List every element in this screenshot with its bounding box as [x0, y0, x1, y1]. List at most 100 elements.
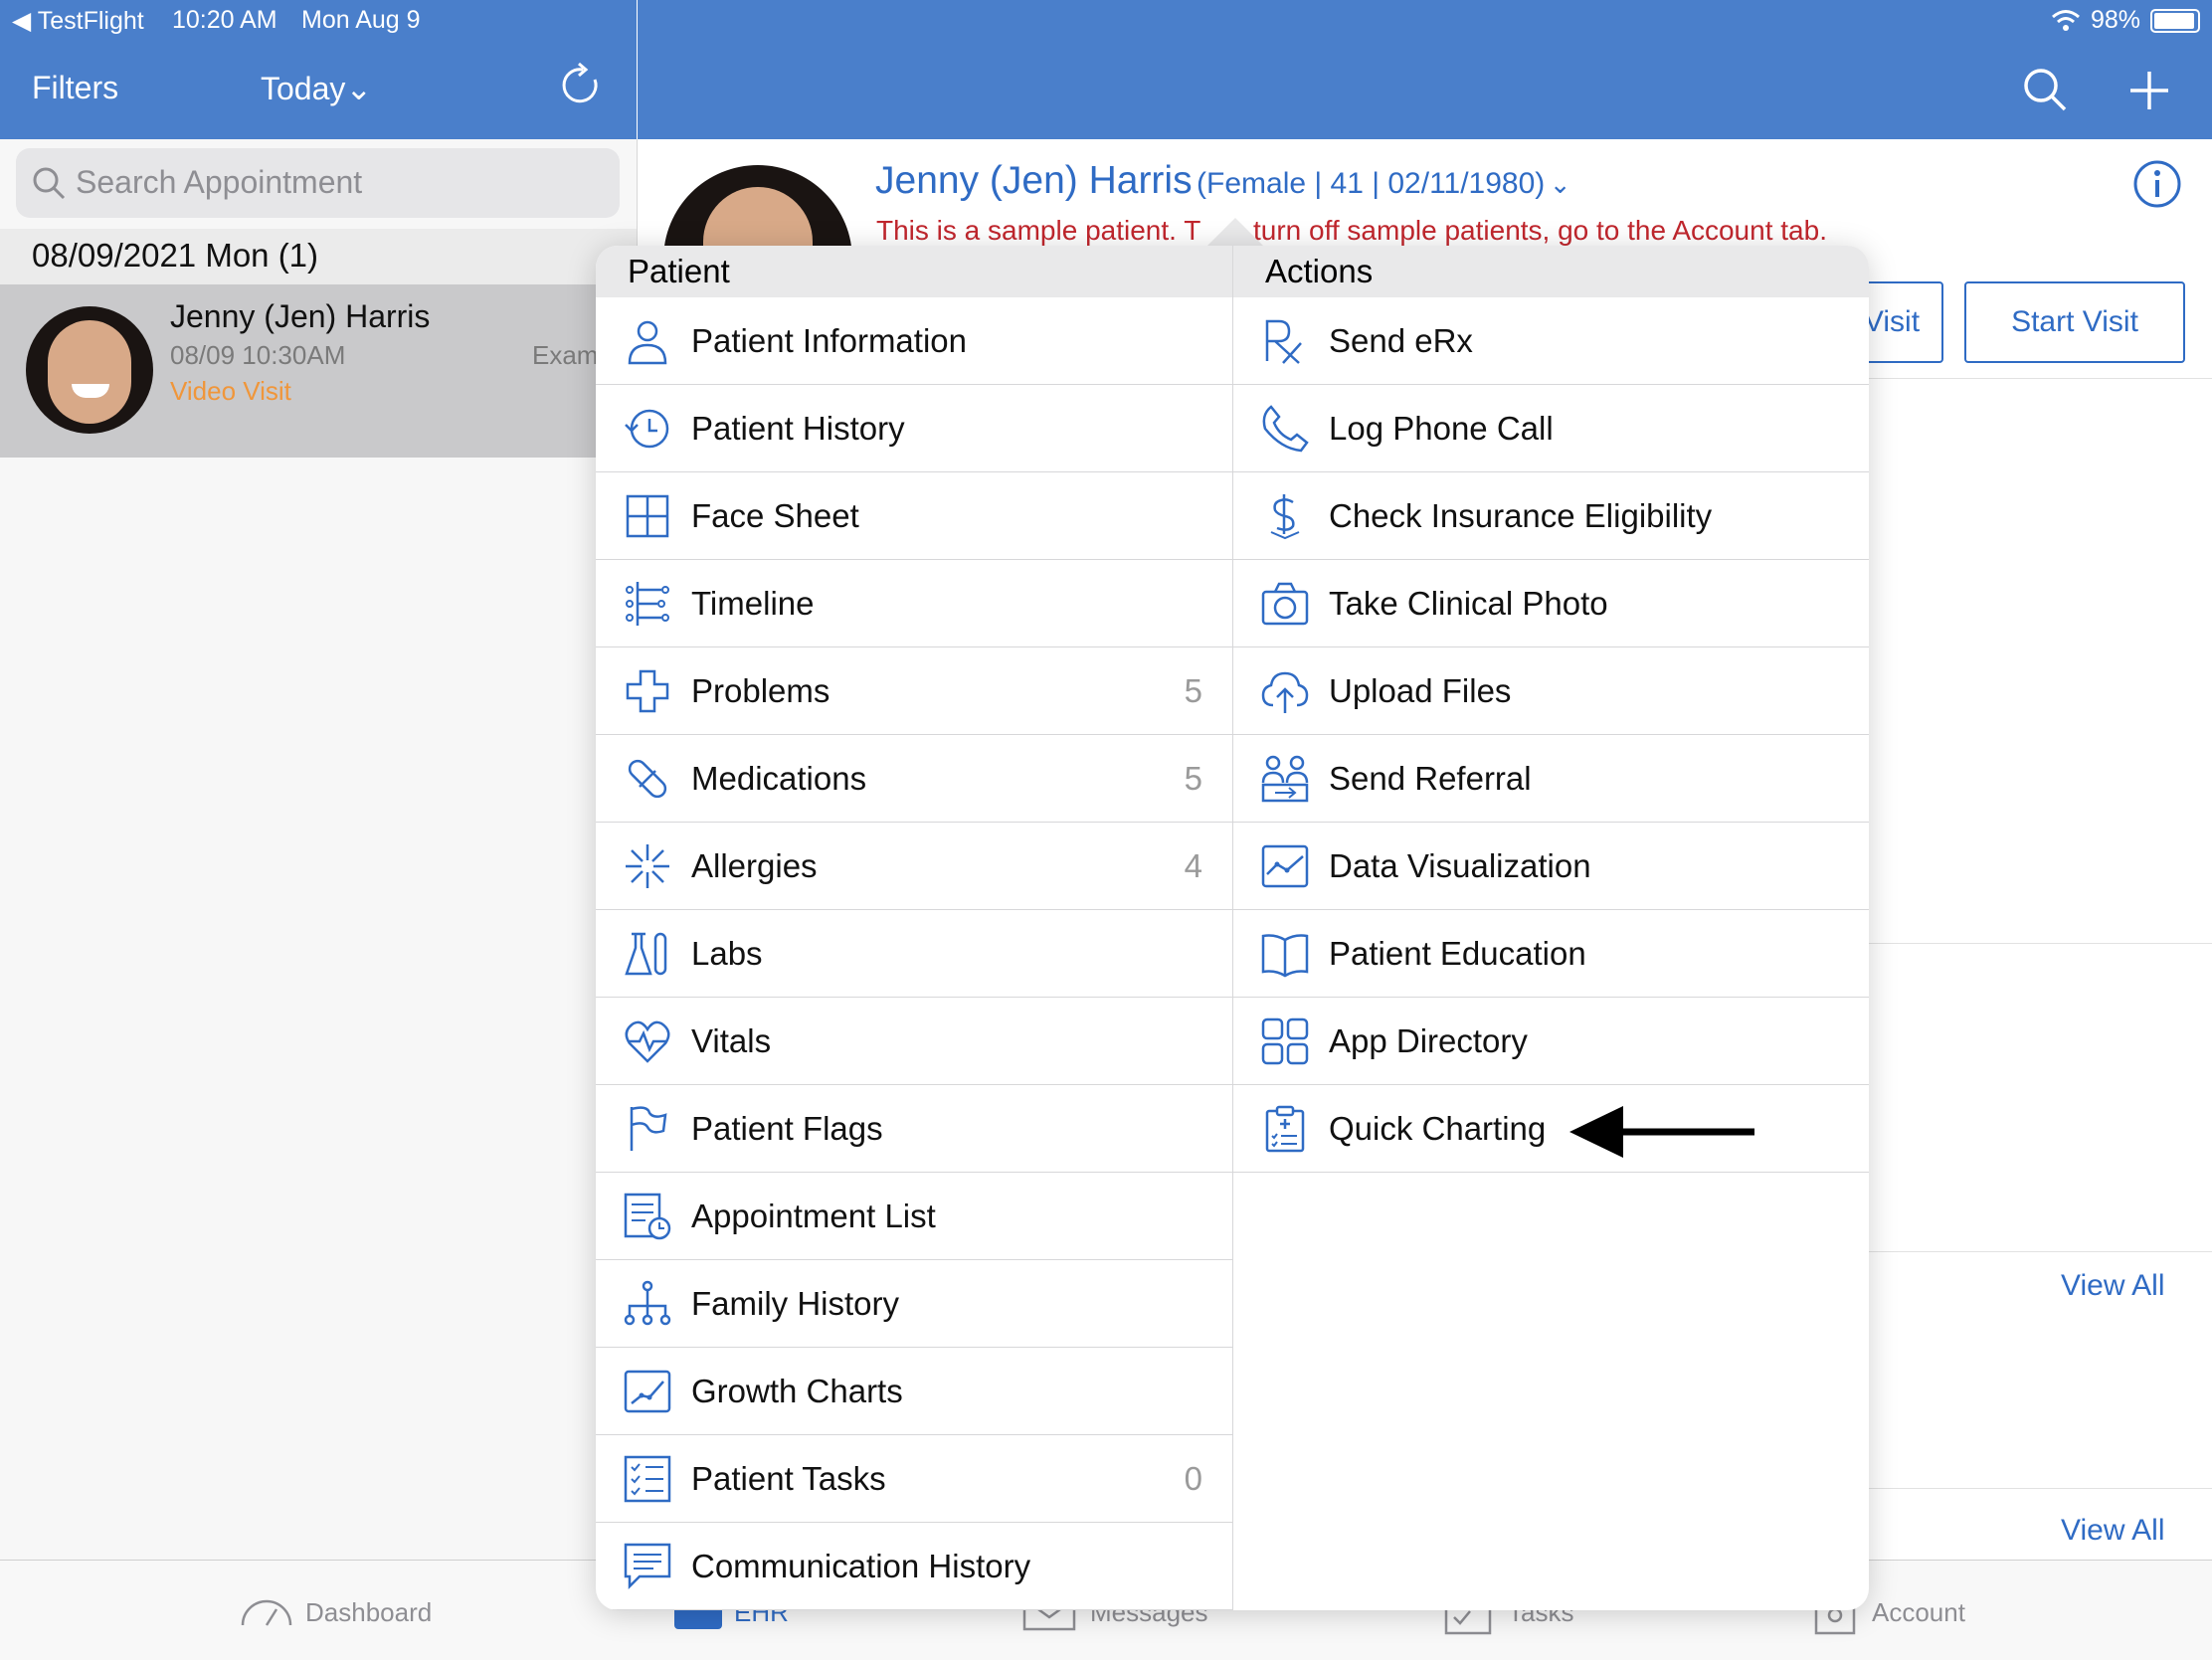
appointment-list-item[interactable]: Jenny (Jen) Harris 08/09 10:30AM Video V…: [0, 284, 637, 458]
status-date: Mon Aug 9: [301, 6, 421, 34]
battery-percent: 98%: [2091, 6, 2141, 34]
medical-cross-icon: [626, 669, 669, 713]
actions-column-header: Actions: [1233, 246, 1869, 297]
appointment-type: Video Visit: [170, 376, 291, 406]
actions-menu-column: Send eRx Log Phone Call Check Insurance El…: [1233, 297, 1869, 1610]
menu-item-label: Check Insurance Eligibility: [1329, 497, 1713, 534]
menu-item-count: 0: [1184, 1460, 1202, 1497]
date-header-label: 08/09/2021 Mon (1): [32, 237, 319, 274]
menu-item-label: Problems: [691, 672, 830, 709]
search-appointment-input[interactable]: Search Appointment: [16, 148, 620, 218]
growth-chart-icon: [624, 1370, 671, 1413]
menu-item-app-directory[interactable]: App Directory: [1233, 998, 1869, 1085]
menu-item-label: Appointment List: [691, 1198, 936, 1234]
today-dropdown[interactable]: Today⌄: [261, 70, 372, 107]
patient-name: Jenny (Jen) Harris: [875, 159, 1193, 202]
menu-item-patient-history[interactable]: Patient History: [596, 385, 1232, 472]
appointment-list-icon: [624, 1193, 671, 1240]
menu-item-label: Allergies: [691, 847, 818, 884]
menu-item-patient-tasks[interactable]: Patient Tasks 0: [596, 1435, 1232, 1523]
menu-item-label: Patient Education: [1329, 935, 1586, 972]
menu-item-label: Labs: [691, 935, 763, 972]
right-top-bar: [638, 0, 2212, 139]
menu-item-label: Take Clinical Photo: [1329, 585, 1608, 622]
menu-item-send-erx[interactable]: Send eRx: [1233, 297, 1869, 385]
menu-item-allergies[interactable]: Allergies 4: [596, 823, 1232, 910]
appointment-reason: Exam: [532, 340, 599, 370]
filters-button[interactable]: Filters: [32, 70, 118, 106]
cloud-upload-icon: [1261, 671, 1309, 713]
tab-account[interactable]: Account: [1872, 1597, 1965, 1628]
data-chart-icon: [1261, 844, 1309, 888]
menu-item-timeline[interactable]: Timeline: [596, 560, 1232, 647]
checklist-icon: [624, 1455, 671, 1503]
menu-item-check-insurance-eligibility[interactable]: Check Insurance Eligibility: [1233, 472, 1869, 560]
menu-item-growth-charts[interactable]: Growth Charts: [596, 1348, 1232, 1435]
add-icon[interactable]: [2128, 70, 2170, 111]
book-icon: [1261, 934, 1309, 978]
menu-item-label: Growth Charts: [691, 1373, 903, 1409]
person-icon: [628, 320, 667, 365]
tab-dashboard[interactable]: Dashboard: [305, 1597, 432, 1628]
menu-item-label: Patient Tasks: [691, 1460, 886, 1497]
menu-item-label: Vitals: [691, 1022, 772, 1059]
menu-item-label: Log Phone Call: [1329, 410, 1554, 447]
start-visit-button[interactable]: Start Visit: [1964, 281, 2185, 363]
menu-item-label: Upload Files: [1329, 672, 1512, 709]
view-all-link[interactable]: View All: [2061, 1269, 2165, 1303]
menu-item-face-sheet[interactable]: Face Sheet: [596, 472, 1232, 560]
menu-item-take-clinical-photo[interactable]: Take Clinical Photo: [1233, 560, 1869, 647]
popover-arrow: [1205, 218, 1265, 248]
menu-item-problems[interactable]: Problems 5: [596, 647, 1232, 735]
menu-item-upload-files[interactable]: Upload Files: [1233, 647, 1869, 735]
menu-item-communication-history[interactable]: Communication History: [596, 1523, 1232, 1610]
refresh-icon[interactable]: [559, 62, 605, 109]
menu-item-patient-information[interactable]: Patient Information: [596, 297, 1232, 385]
menu-item-label: Medications: [691, 760, 867, 797]
grid-icon: [626, 494, 669, 538]
battery-icon: [2150, 9, 2200, 33]
menu-item-patient-education[interactable]: Patient Education: [1233, 910, 1869, 998]
patient-demographics: (Female | 41 | 02/11/1980): [1197, 167, 1546, 200]
menu-item-label: Patient Information: [691, 322, 967, 359]
menu-item-label: Patient Flags: [691, 1110, 883, 1147]
patient-menu-column: Patient Information Patient History Face S…: [596, 297, 1232, 1610]
app-grid-icon: [1261, 1017, 1309, 1065]
menu-item-quick-charting[interactable]: Quick Charting: [1233, 1085, 1869, 1173]
menu-item-label: Data Visualization: [1329, 847, 1591, 884]
wifi-icon: [2052, 10, 2080, 31]
rx-icon: [1265, 319, 1302, 364]
menu-item-log-phone-call[interactable]: Log Phone Call: [1233, 385, 1869, 472]
menu-item-patient-flags[interactable]: Patient Flags: [596, 1085, 1232, 1173]
info-icon[interactable]: [2132, 159, 2182, 209]
menu-item-label: Timeline: [691, 585, 815, 622]
sample-patient-notice-left: This is a sample patient. T: [876, 215, 1201, 246]
menu-item-labs[interactable]: Labs: [596, 910, 1232, 998]
menu-item-count: 5: [1184, 760, 1202, 797]
heart-pulse-icon: [625, 1020, 670, 1063]
menu-item-label: Send eRx: [1329, 322, 1473, 359]
referral-icon: [1261, 755, 1309, 803]
menu-item-family-history[interactable]: Family History: [596, 1260, 1232, 1348]
timeline-icon: [626, 582, 669, 626]
menu-item-medications[interactable]: Medications 5: [596, 735, 1232, 823]
camera-icon: [1261, 582, 1309, 626]
menu-item-count: 5: [1184, 672, 1202, 709]
menu-item-vitals[interactable]: Vitals: [596, 998, 1232, 1085]
menu-item-count: 4: [1184, 847, 1202, 884]
sample-patient-notice-right: turn off sample patients, go to the Acco…: [1253, 215, 1827, 246]
back-to-testflight[interactable]: ◀ TestFlight: [12, 6, 144, 36]
dollar-icon: [1270, 494, 1300, 540]
history-icon: [625, 409, 669, 449]
menu-item-data-visualization[interactable]: Data Visualization: [1233, 823, 1869, 910]
menu-item-send-referral[interactable]: Send Referral: [1233, 735, 1869, 823]
pill-icon: [628, 759, 667, 799]
menu-item-appointment-list[interactable]: Appointment List: [596, 1173, 1232, 1260]
view-all-link[interactable]: View All: [2061, 1514, 2165, 1548]
chevron-down-icon: ⌄: [1549, 169, 1571, 199]
menu-item-label: Quick Charting: [1329, 1110, 1547, 1147]
patient-name-line[interactable]: Jenny (Jen) Harris (Female | 41 | 02/11/…: [875, 159, 1571, 203]
appointment-time: 08/09 10:30AM: [170, 340, 346, 370]
menu-item-label: Send Referral: [1329, 760, 1532, 797]
search-icon[interactable]: [2021, 66, 2069, 113]
